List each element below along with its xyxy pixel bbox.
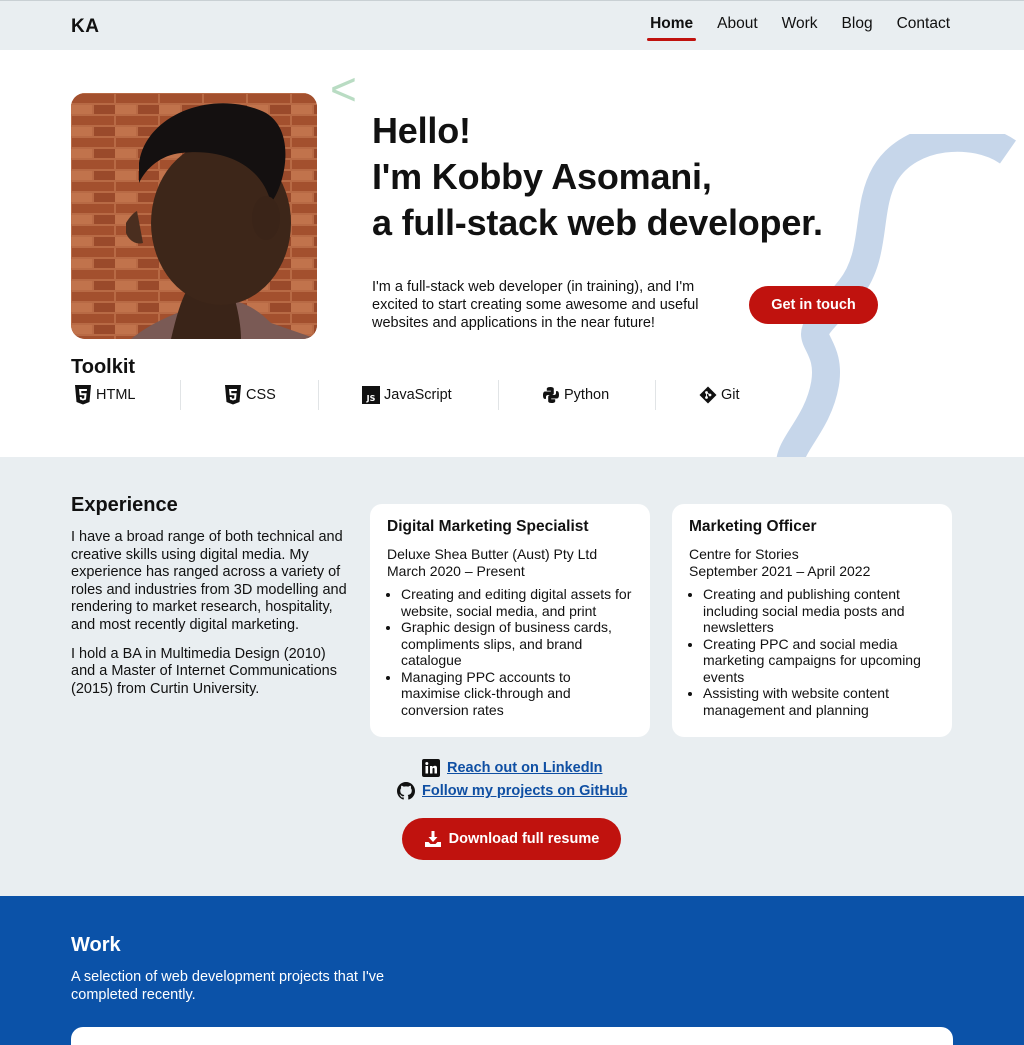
toolkit-item-html: HTML	[74, 380, 135, 410]
job-title: Marketing Officer	[689, 518, 817, 535]
nav-link-work[interactable]: Work	[782, 15, 818, 39]
job-point: Assisting with website content managemen…	[703, 685, 935, 718]
toolkit-divider	[180, 380, 181, 410]
job-point: Graphic design of business cards, compli…	[401, 619, 633, 669]
site-logo[interactable]: KA	[71, 16, 99, 38]
work-subtitle: A selection of web development projects …	[71, 969, 385, 1003]
job-dates: March 2020 – Present	[387, 563, 525, 579]
nav-link-home[interactable]: Home	[647, 15, 697, 41]
hero-description: I'm a full-stack web developer (in train…	[372, 279, 699, 331]
toolkit-label-python: Python	[564, 387, 610, 403]
job-point: Managing PPC accounts to maximise click-…	[401, 669, 633, 719]
hero-title-line-2: I'm Kobby Asomani,	[372, 156, 712, 197]
toolkit-label-git: Git	[721, 387, 740, 403]
project-card[interactable]	[71, 1027, 953, 1045]
svg-text:JS: JS	[366, 394, 376, 403]
download-resume-button[interactable]: Download full resume	[402, 818, 621, 860]
toolkit-label-html: HTML	[96, 387, 136, 403]
linkedin-link[interactable]: Reach out on LinkedIn	[422, 759, 602, 777]
toolkit-divider	[318, 380, 319, 410]
nav-link-about[interactable]: About	[717, 15, 758, 39]
get-in-touch-button[interactable]: Get in touch	[749, 286, 878, 324]
work-heading: Work	[71, 934, 121, 956]
nav-links: Home About Work Blog Contact	[626, 15, 950, 41]
toolkit-item-css: CSS	[224, 380, 276, 410]
job-dates: September 2021 – April 2022	[689, 563, 871, 579]
hero-section: < Hello! I'm Kobby Asomani, a full-stack…	[0, 50, 1024, 457]
linkedin-icon	[422, 759, 440, 777]
job-point: Creating PPC and social media marketing …	[703, 636, 935, 686]
github-link[interactable]: Follow my projects on GitHub	[397, 782, 627, 800]
toolkit-label-css: CSS	[246, 387, 276, 403]
toolkit-divider	[655, 380, 656, 410]
download-resume-label: Download full resume	[448, 831, 600, 847]
experience-intro: I have a broad range of both technical a…	[71, 529, 347, 709]
top-navbar: KA Home About Work Blog Contact	[0, 0, 1024, 50]
job-company: Centre for Stories	[689, 546, 799, 562]
work-section: Work A selection of web development proj…	[0, 896, 1024, 1045]
python-icon	[543, 387, 559, 403]
nav-link-contact[interactable]: Contact	[897, 15, 950, 39]
toolkit-item-git: Git	[699, 380, 740, 410]
job-card-marketing-officer: Marketing Officer Centre for Stories Sep…	[672, 504, 952, 737]
linkedin-link-text[interactable]: Reach out on LinkedIn	[447, 760, 602, 776]
nav-link-blog[interactable]: Blog	[842, 15, 873, 39]
toolkit-item-javascript: JS JavaScript	[362, 380, 452, 410]
job-company: Deluxe Shea Butter (Aust) Pty Ltd	[387, 546, 598, 562]
experience-heading: Experience	[71, 494, 178, 516]
toolkit-label-javascript: JavaScript	[384, 387, 452, 403]
job-points: Creating and editing digital assets for …	[387, 586, 633, 718]
javascript-icon: JS	[362, 386, 380, 404]
html5-icon	[75, 385, 91, 405]
job-point: Creating and editing digital assets for …	[401, 586, 633, 619]
experience-paragraph-2: I hold a BA in Multimedia Design (2010) …	[71, 645, 337, 697]
job-title: Digital Marketing Specialist	[387, 518, 589, 535]
css3-icon	[225, 385, 241, 405]
github-icon	[397, 782, 415, 800]
toolkit-heading: Toolkit	[71, 356, 136, 378]
job-point: Creating and publishing content includin…	[703, 586, 935, 636]
git-icon	[699, 386, 717, 404]
github-link-text[interactable]: Follow my projects on GitHub	[422, 783, 627, 799]
job-points: Creating and publishing content includin…	[689, 586, 935, 718]
experience-section: Experience I have a broad range of both …	[0, 457, 1024, 896]
profile-photo	[71, 93, 317, 339]
experience-paragraph-1: I have a broad range of both technical a…	[71, 529, 347, 633]
hero-title-line-1: Hello!	[372, 110, 471, 151]
download-icon	[424, 830, 441, 847]
hero-title: Hello! I'm Kobby Asomani, a full-stack w…	[372, 108, 823, 246]
toolkit-item-python: Python	[542, 380, 609, 410]
hero-title-line-3: a full-stack web developer.	[372, 202, 823, 243]
job-card-digital-marketing: Digital Marketing Specialist Deluxe Shea…	[370, 504, 650, 737]
chevron-decoration: <	[330, 63, 357, 115]
toolkit-divider	[498, 380, 499, 410]
